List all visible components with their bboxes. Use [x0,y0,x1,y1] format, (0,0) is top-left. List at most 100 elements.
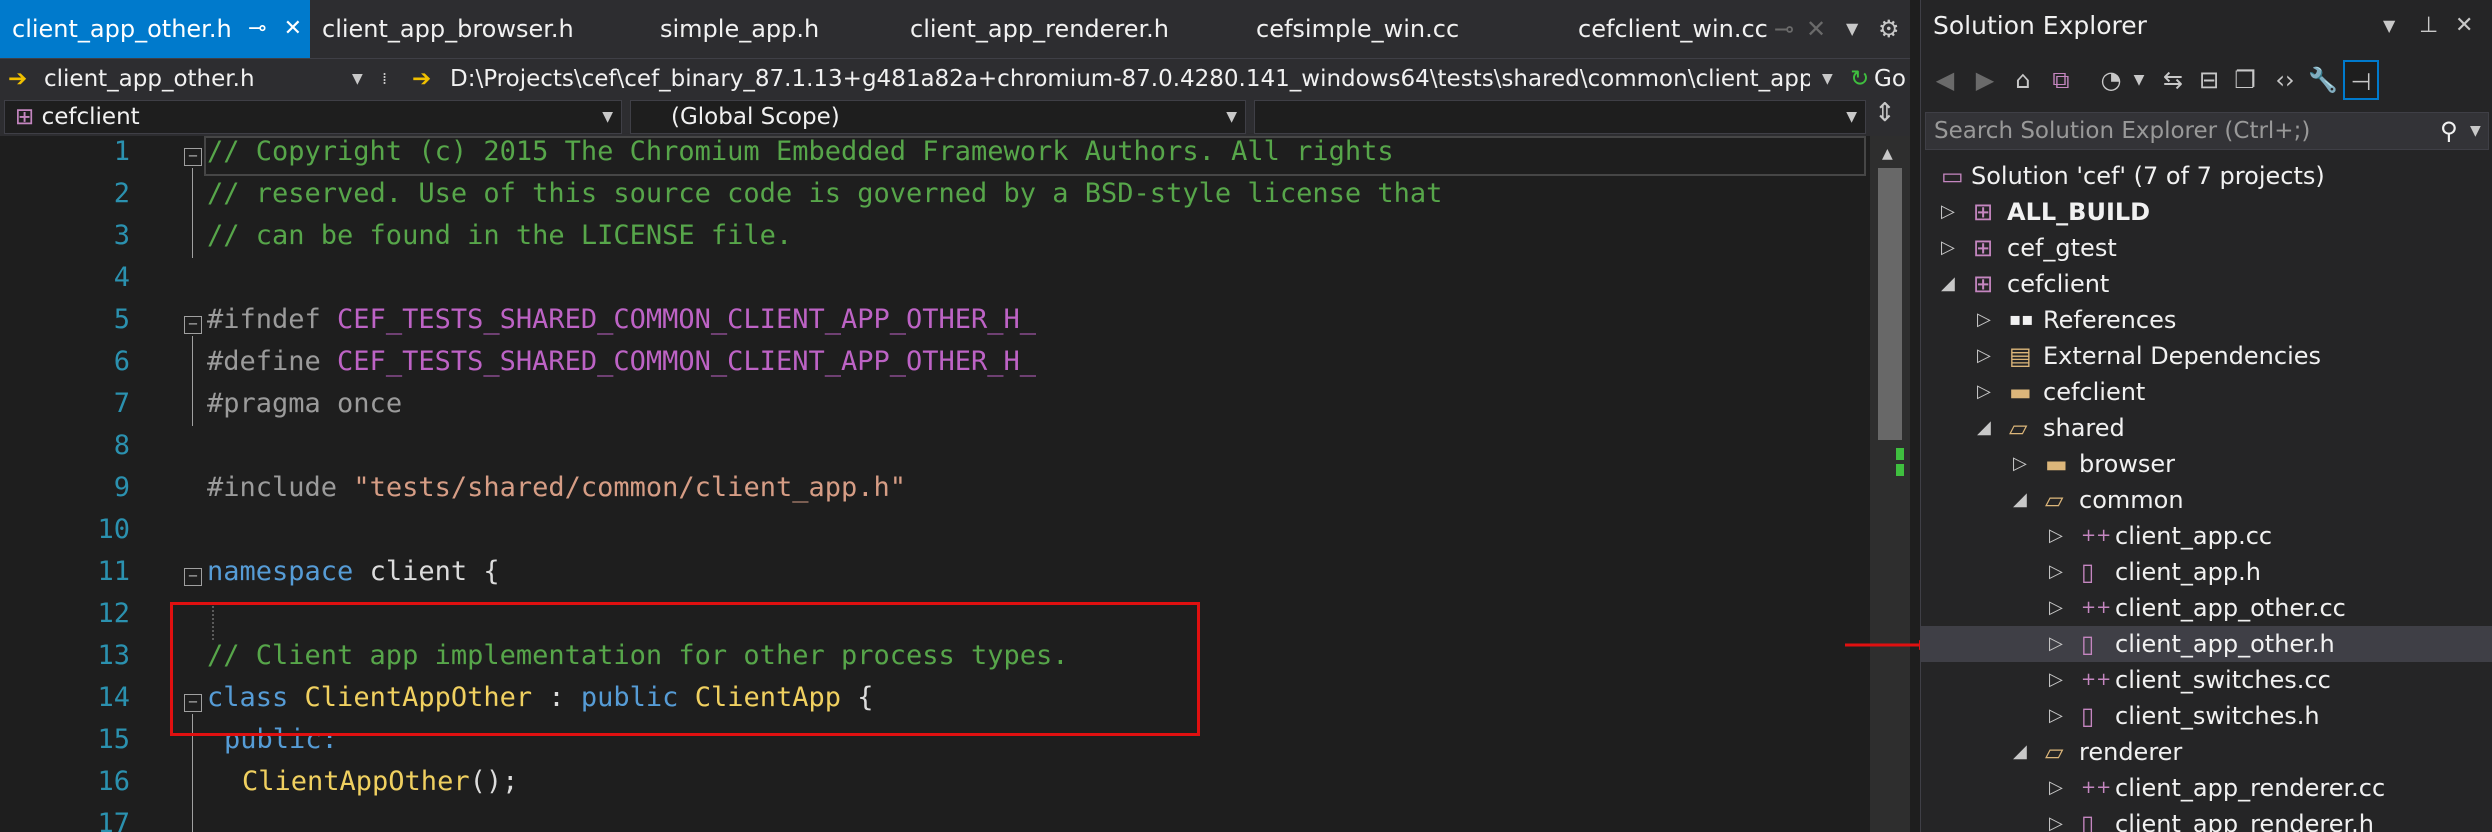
tab-client-app-browser-h[interactable]: client_app_browser.h [322,0,574,58]
tree-item-cef-gtest[interactable]: ▷ ⊞ cef_gtest [1921,230,2492,266]
search-icon[interactable]: ⚲ [2440,113,2458,149]
file-path-text[interactable]: D:\Projects\cef\cef_binary_87.1.13+g481a… [450,59,1810,99]
tree-item-client-app-h[interactable]: ▷ ▯ client_app.h [1921,554,2492,590]
refresh-icon[interactable]: ↻ [1850,59,1869,99]
tree-item-references[interactable]: ▷ ▪▪ References [1921,302,2492,338]
file-selector[interactable]: client_app_other.h [44,59,255,99]
expand-icon[interactable]: ▷ [2049,518,2063,554]
expand-icon[interactable]: ▷ [1977,374,1991,410]
tree-item-client-switches-cc[interactable]: ▷ ++ client_switches.cc [1921,662,2492,698]
tree-item-label: client_app.h [2115,558,2261,586]
tab-cefsimple-win-cc[interactable]: cefsimple_win.cc [1256,0,1459,58]
expand-icon[interactable]: ▷ [1977,302,1991,338]
search-solution-input[interactable]: Search Solution Explorer (Ctrl+;) ⚲ ▼ [1925,112,2489,150]
collapse-icon[interactable]: ◢ [2013,734,2027,770]
fold-toggle-icon[interactable]: − [184,148,202,166]
tree-item-label: client_switches.cc [2115,666,2331,694]
expand-icon[interactable]: ▷ [2049,590,2063,626]
tree-item-label: common [2079,486,2184,514]
gear-icon[interactable]: ⚙ [1878,0,1900,58]
tab-client-app-other-h[interactable]: client_app_other.h ⊸ ✕ [0,0,310,58]
tree-item-client-app-other-h[interactable]: ▷ ▯ client_app_other.h [1921,626,2492,662]
tab-dropdown-icon[interactable]: ▼ [1846,0,1858,58]
chevron-down-icon[interactable]: ▼ [352,59,363,99]
tree-item-external-dependencies[interactable]: ▷ ▤ External Dependencies [1921,338,2492,374]
tab-client-app-renderer-h[interactable]: client_app_renderer.h [910,0,1169,58]
back-icon[interactable]: ◀ [1927,60,1963,100]
tree-item-browser[interactable]: ▷ ▬ browser [1921,446,2492,482]
chevron-down-icon[interactable]: ▼ [1822,59,1833,99]
close-icon[interactable]: ✕ [1806,0,1826,58]
preview-selected-icon[interactable]: ⊣ [2343,60,2379,100]
view-code-icon[interactable]: ‹› [2267,60,2303,100]
tab-cefclient-win-cc[interactable]: cefclient_win.cc [1578,0,1768,58]
close-icon[interactable]: ✕ [284,16,302,41]
expand-icon[interactable]: ▷ [2049,554,2063,590]
tree-item-client-app-renderer-cc[interactable]: ▷ ++ client_app_renderer.cc [1921,770,2492,806]
panel-dropdown-icon[interactable]: ▼ [2383,0,2395,52]
tree-item-client-switches-h[interactable]: ▷ ▯ client_switches.h [1921,698,2492,734]
project-dropdown[interactable]: ⊞ cefclient ▼ [4,100,622,134]
tree-item-label: Solution 'cef' (7 of 7 projects) [1971,162,2325,190]
tree-item-solution[interactable]: ▭ Solution 'cef' (7 of 7 projects) [1921,158,2492,194]
tab-label: cefsimple_win.cc [1256,15,1460,43]
folder-open-icon: ▱ [2009,414,2028,442]
tree-item-cefclient-folder[interactable]: ▷ ▬ cefclient [1921,374,2492,410]
vertical-scrollbar[interactable]: ▲ [1870,136,1910,832]
collapse-icon[interactable]: ◢ [1941,266,1955,302]
sync-icon[interactable]: ⇆ [2155,60,2191,100]
collapse-all-icon[interactable]: ⊟ [2191,60,2227,100]
scroll-up-icon[interactable]: ▲ [1882,146,1893,162]
expand-icon[interactable]: ▷ [1941,194,1955,230]
split-icon[interactable]: ⁞ [382,59,387,99]
close-icon[interactable]: ✕ [2455,0,2473,52]
tree-item-cefclient-project[interactable]: ◢ ⊞ cefclient [1921,266,2492,302]
expand-icon[interactable]: ▷ [2049,698,2063,734]
properties-icon[interactable]: 🔧 [2305,60,2341,100]
chevron-down-icon[interactable]: ▼ [2470,113,2481,149]
show-all-files-icon[interactable]: ❐ [2227,60,2263,100]
collapse-icon[interactable]: ◢ [2013,482,2027,518]
pin-icon[interactable]: ⊸ [1774,0,1794,58]
solution-explorer-toolbar: ◀ ▶ ⌂ ⧉ ◔ ▼ ⇆ ⊟ ❐ ‹› 🔧 ⊣ [1921,52,2492,110]
fold-toggle-icon[interactable]: − [184,316,202,334]
tree-item-all-build[interactable]: ▷ ⊞ ALL_BUILD [1921,194,2492,230]
tree-item-renderer[interactable]: ◢ ▱ renderer [1921,734,2492,770]
line-number: 10 [97,514,130,545]
code-editor[interactable]: client_app_other.h ⊸ ✕ client_app_browse… [0,0,1910,832]
expand-icon[interactable]: ▷ [2049,770,2063,806]
fold-toggle-icon[interactable]: − [184,568,202,586]
tree-item-client-app-renderer-h[interactable]: ▷ ▯ client_app_renderer.h [1921,806,2492,832]
expand-icon[interactable]: ▷ [1977,338,1991,374]
switch-views-icon[interactable]: ⧉ [2043,60,2079,100]
directive: #include [207,472,354,503]
scope-dropdown[interactable]: (Global Scope) ▼ [630,100,1246,134]
collapse-icon[interactable]: ◢ [1977,410,1991,446]
tab-simple-app-h[interactable]: simple_app.h [660,0,819,58]
tree-item-label: client_app.cc [2115,522,2273,550]
project-icon: ⊞ [15,104,35,130]
chevron-down-icon[interactable]: ▼ [2121,60,2157,100]
tree-item-client-app-other-cc[interactable]: ▷ ++ client_app_other.cc [1921,590,2492,626]
pin-icon[interactable]: ⊸ [248,16,266,41]
tree-item-client-app-cc[interactable]: ▷ ++ client_app.cc [1921,518,2492,554]
home-icon[interactable]: ⌂ [2005,60,2041,100]
scrollbar-thumb[interactable] [1878,168,1902,440]
cpp-file-icon: ++ [2081,669,2112,690]
expand-icon[interactable]: ▷ [2049,806,2063,832]
line-number: 11 [97,556,130,587]
navigate-arrow-icon: ➔ [412,66,432,92]
expand-icon[interactable]: ▷ [2049,626,2063,662]
pragma-arg: once [337,388,403,419]
expand-icon[interactable]: ▷ [2049,662,2063,698]
expand-icon[interactable]: ▷ [1941,230,1955,266]
tree-item-shared[interactable]: ◢ ▱ shared [1921,410,2492,446]
file-path-bar: ➔ client_app_other.h ▼ ⁞ ➔ D:\Projects\c… [0,58,1910,98]
member-dropdown[interactable]: ▼ [1254,100,1866,134]
expand-icon[interactable]: ▷ [2013,446,2027,482]
forward-icon[interactable]: ▶ [1967,60,2003,100]
pin-icon[interactable]: ⊥ [2419,0,2438,52]
tree-item-common[interactable]: ◢ ▱ common [1921,482,2492,518]
split-view-icon[interactable]: ⇕ [1874,98,1896,128]
go-button[interactable]: Go [1874,59,1906,99]
